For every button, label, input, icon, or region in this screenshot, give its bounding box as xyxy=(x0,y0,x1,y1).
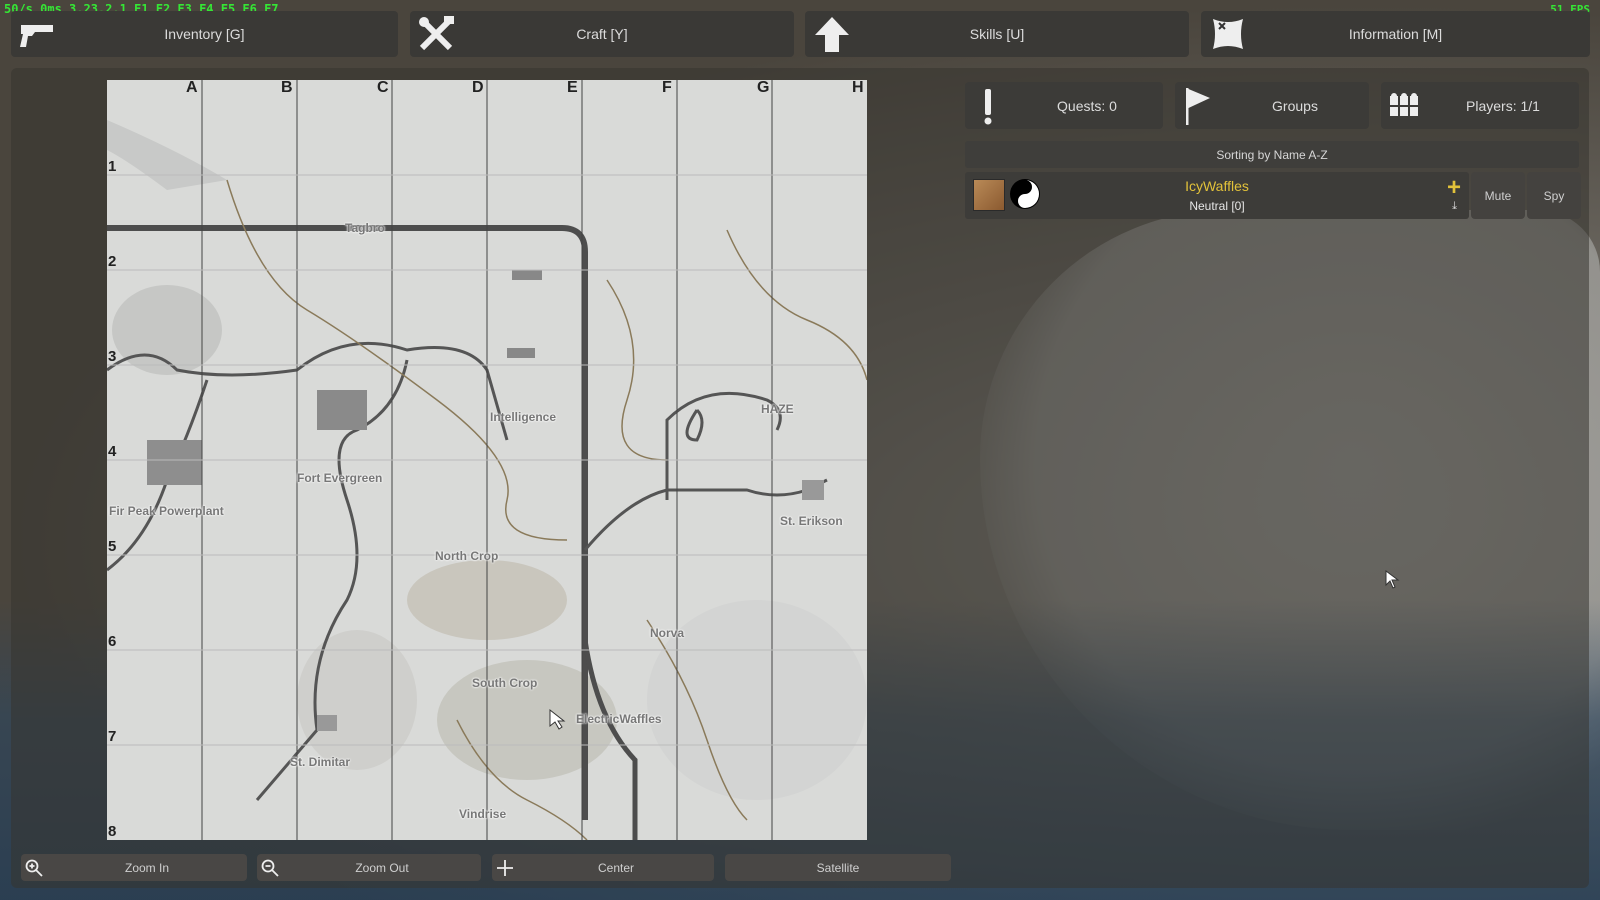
map-row-label: 6 xyxy=(108,633,117,650)
map-column-label: H xyxy=(852,80,864,96)
inventory-button[interactable]: Inventory [G] xyxy=(11,11,398,57)
satellite-label: Satellite xyxy=(816,860,860,875)
map-place-label: Tagbro xyxy=(345,221,385,235)
groups-label: Groups xyxy=(1272,97,1318,114)
spy-button[interactable]: Spy xyxy=(1527,172,1581,219)
map-row-label: 8 xyxy=(108,823,117,840)
map-column-label: C xyxy=(377,80,389,96)
map-place-label: St. Erikson xyxy=(780,514,843,528)
map-column-label: B xyxy=(281,80,293,96)
map-place-label: Norva xyxy=(650,626,685,640)
map-place-label: Vindrise xyxy=(459,807,507,821)
player-row[interactable]: IcyWaffles Neutral [0] + ⤓ xyxy=(965,172,1469,219)
information-label: Information [M] xyxy=(1348,26,1443,42)
center-button[interactable]: Center xyxy=(492,854,714,881)
map-place-label: North Crop xyxy=(435,549,499,563)
inventory-label: Inventory [G] xyxy=(164,26,245,42)
map-row-label: 3 xyxy=(108,348,117,365)
map-place-label: South Crop xyxy=(472,676,538,690)
crossed-tools-icon xyxy=(418,16,456,51)
center-label: Center xyxy=(597,860,635,875)
map-row-label: 2 xyxy=(108,253,117,270)
information-button[interactable]: Information [M] xyxy=(1201,11,1590,57)
map-column-label: F xyxy=(662,80,672,96)
map-place-label: ElectricWaffles xyxy=(576,712,662,726)
flag-icon xyxy=(1175,82,1221,129)
player-name: IcyWaffles xyxy=(1185,178,1249,194)
map-column-label: E xyxy=(567,80,578,96)
zoom-in-button[interactable]: Zoom In xyxy=(21,854,247,881)
players-button[interactable]: Players: 1/1 xyxy=(1381,82,1579,129)
plus-icon xyxy=(492,854,518,881)
map-terrain xyxy=(107,80,867,840)
map-row-label: 5 xyxy=(108,538,117,555)
map-column-label: G xyxy=(757,80,770,96)
zoom-in-label: Zoom In xyxy=(124,860,169,875)
exclamation-icon xyxy=(965,82,1011,129)
mouse-cursor-icon xyxy=(1385,570,1400,589)
map-place-label: Fir Peak Powerplant xyxy=(109,504,224,518)
quests-label: Quests: 0 xyxy=(1057,97,1117,114)
map-place-label: HAZE xyxy=(761,402,794,416)
skills-label: Skills [U] xyxy=(969,26,1025,42)
map-column-label: D xyxy=(472,80,484,96)
zoom-out-button[interactable]: Zoom Out xyxy=(257,854,481,881)
map-place-label: St. Dimitar xyxy=(290,755,351,769)
world-map[interactable]: A B C D E F G H 1 2 3 4 5 6 7 8 Tagbro I… xyxy=(107,80,867,840)
mute-button[interactable]: Mute xyxy=(1471,172,1525,219)
map-row-label: 7 xyxy=(108,728,117,745)
craft-label: Craft [Y] xyxy=(576,26,628,42)
download-icon[interactable]: ⤓ xyxy=(1452,200,1457,213)
sort-toggle[interactable]: Sorting by Name A-Z xyxy=(965,141,1579,168)
skills-button[interactable]: Skills [U] xyxy=(805,11,1189,57)
arrow-up-icon xyxy=(813,17,851,52)
zoom-in-icon xyxy=(21,854,47,881)
add-friend-icon[interactable]: + xyxy=(1447,174,1461,202)
scroll-map-icon xyxy=(1209,17,1247,51)
quests-button[interactable]: Quests: 0 xyxy=(965,82,1163,129)
map-row-label: 1 xyxy=(108,158,117,175)
player-status: Neutral [0] xyxy=(1189,199,1245,213)
players-grid-icon xyxy=(1381,82,1427,129)
craft-button[interactable]: Craft [Y] xyxy=(410,11,794,57)
map-place-label: Fort Evergreen xyxy=(297,471,383,485)
zoom-out-label: Zoom Out xyxy=(355,860,409,875)
zoom-out-icon xyxy=(257,854,283,881)
groups-button[interactable]: Groups xyxy=(1175,82,1369,129)
map-row-label: 4 xyxy=(108,443,117,460)
map-place-label: Intelligence xyxy=(490,410,557,424)
map-column-label: A xyxy=(186,80,198,96)
pistol-icon xyxy=(19,17,57,51)
satellite-button[interactable]: Satellite xyxy=(725,854,951,881)
players-label: Players: 1/1 xyxy=(1466,97,1540,114)
